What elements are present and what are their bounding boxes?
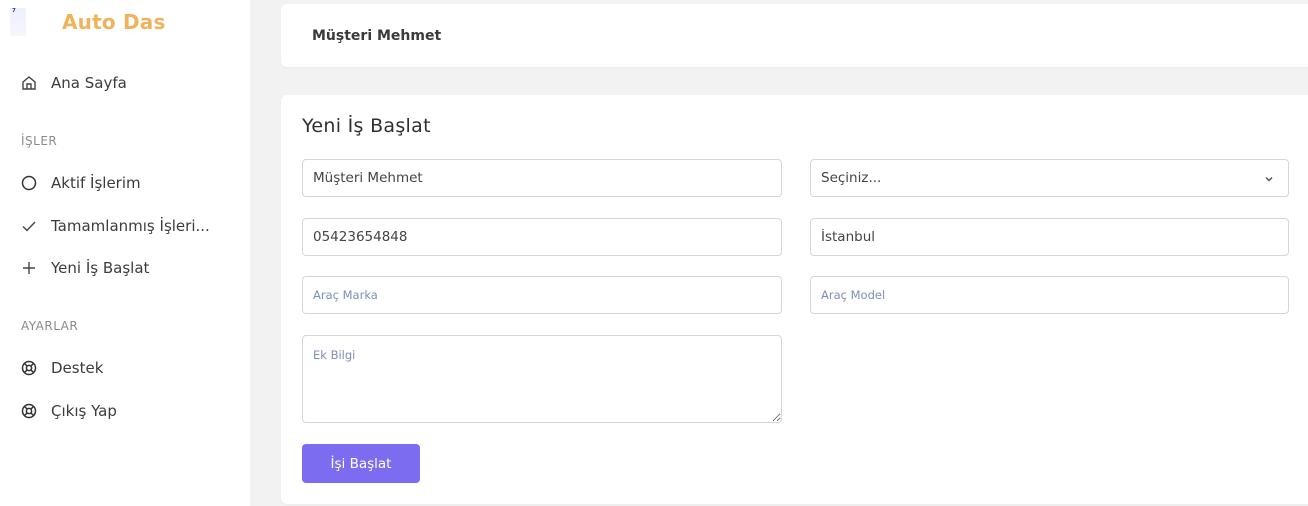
sidebar: ⁷ Auto Das Ana Sayfa İŞLER Aktif İşlerim… <box>0 0 250 506</box>
vehicle-model-field[interactable] <box>810 276 1289 314</box>
phone-field[interactable] <box>302 218 782 256</box>
brand-title[interactable]: Auto Das <box>62 10 166 34</box>
header-card: Müşteri Mehmet <box>281 4 1308 67</box>
logo-mark: ⁷ <box>10 8 26 36</box>
new-job-form: Yeni İş Başlat Seçiniz... İşi Başlat <box>281 95 1308 504</box>
sidebar-item-new-job[interactable]: Yeni İş Başlat <box>20 256 221 280</box>
sidebar-item-completed-jobs[interactable]: Tamamlanmış İşleri... <box>20 214 221 238</box>
select-value: Seçiniz... <box>821 170 882 186</box>
sidebar-item-label: Ana Sayfa <box>51 74 127 92</box>
check-icon <box>20 217 38 235</box>
lifebuoy-icon <box>20 359 38 377</box>
sidebar-item-label: Destek <box>51 359 104 377</box>
form-title: Yeni İş Başlat <box>302 115 431 137</box>
sidebar-item-label: Yeni İş Başlat <box>51 259 150 277</box>
customer-name-field[interactable] <box>302 159 782 197</box>
sidebar-item-label: Çıkış Yap <box>51 402 117 420</box>
customer-name: Müşteri Mehmet <box>312 28 442 44</box>
home-icon <box>20 74 38 92</box>
sidebar-item-label: Tamamlanmış İşleri... <box>51 217 210 235</box>
section-title-jobs: İŞLER <box>21 134 58 148</box>
circle-icon <box>20 174 38 192</box>
service-select[interactable]: Seçiniz... <box>810 159 1289 197</box>
sidebar-item-support[interactable]: Destek <box>20 356 221 380</box>
lifebuoy-icon <box>20 402 38 420</box>
section-title-settings: AYARLAR <box>21 319 79 333</box>
sidebar-item-home[interactable]: Ana Sayfa <box>20 71 221 95</box>
plus-icon <box>20 259 38 277</box>
sidebar-item-label: Aktif İşlerim <box>51 174 141 192</box>
city-field[interactable] <box>810 218 1289 256</box>
sidebar-item-active-jobs[interactable]: Aktif İşlerim <box>20 171 221 195</box>
logo-icon: ⁷ <box>12 8 16 18</box>
start-job-button[interactable]: İşi Başlat <box>302 444 420 483</box>
chevron-down-icon <box>1265 176 1273 182</box>
sidebar-item-logout[interactable]: Çıkış Yap <box>20 399 221 423</box>
extra-info-field[interactable] <box>302 335 782 423</box>
vehicle-brand-field[interactable] <box>302 276 782 314</box>
